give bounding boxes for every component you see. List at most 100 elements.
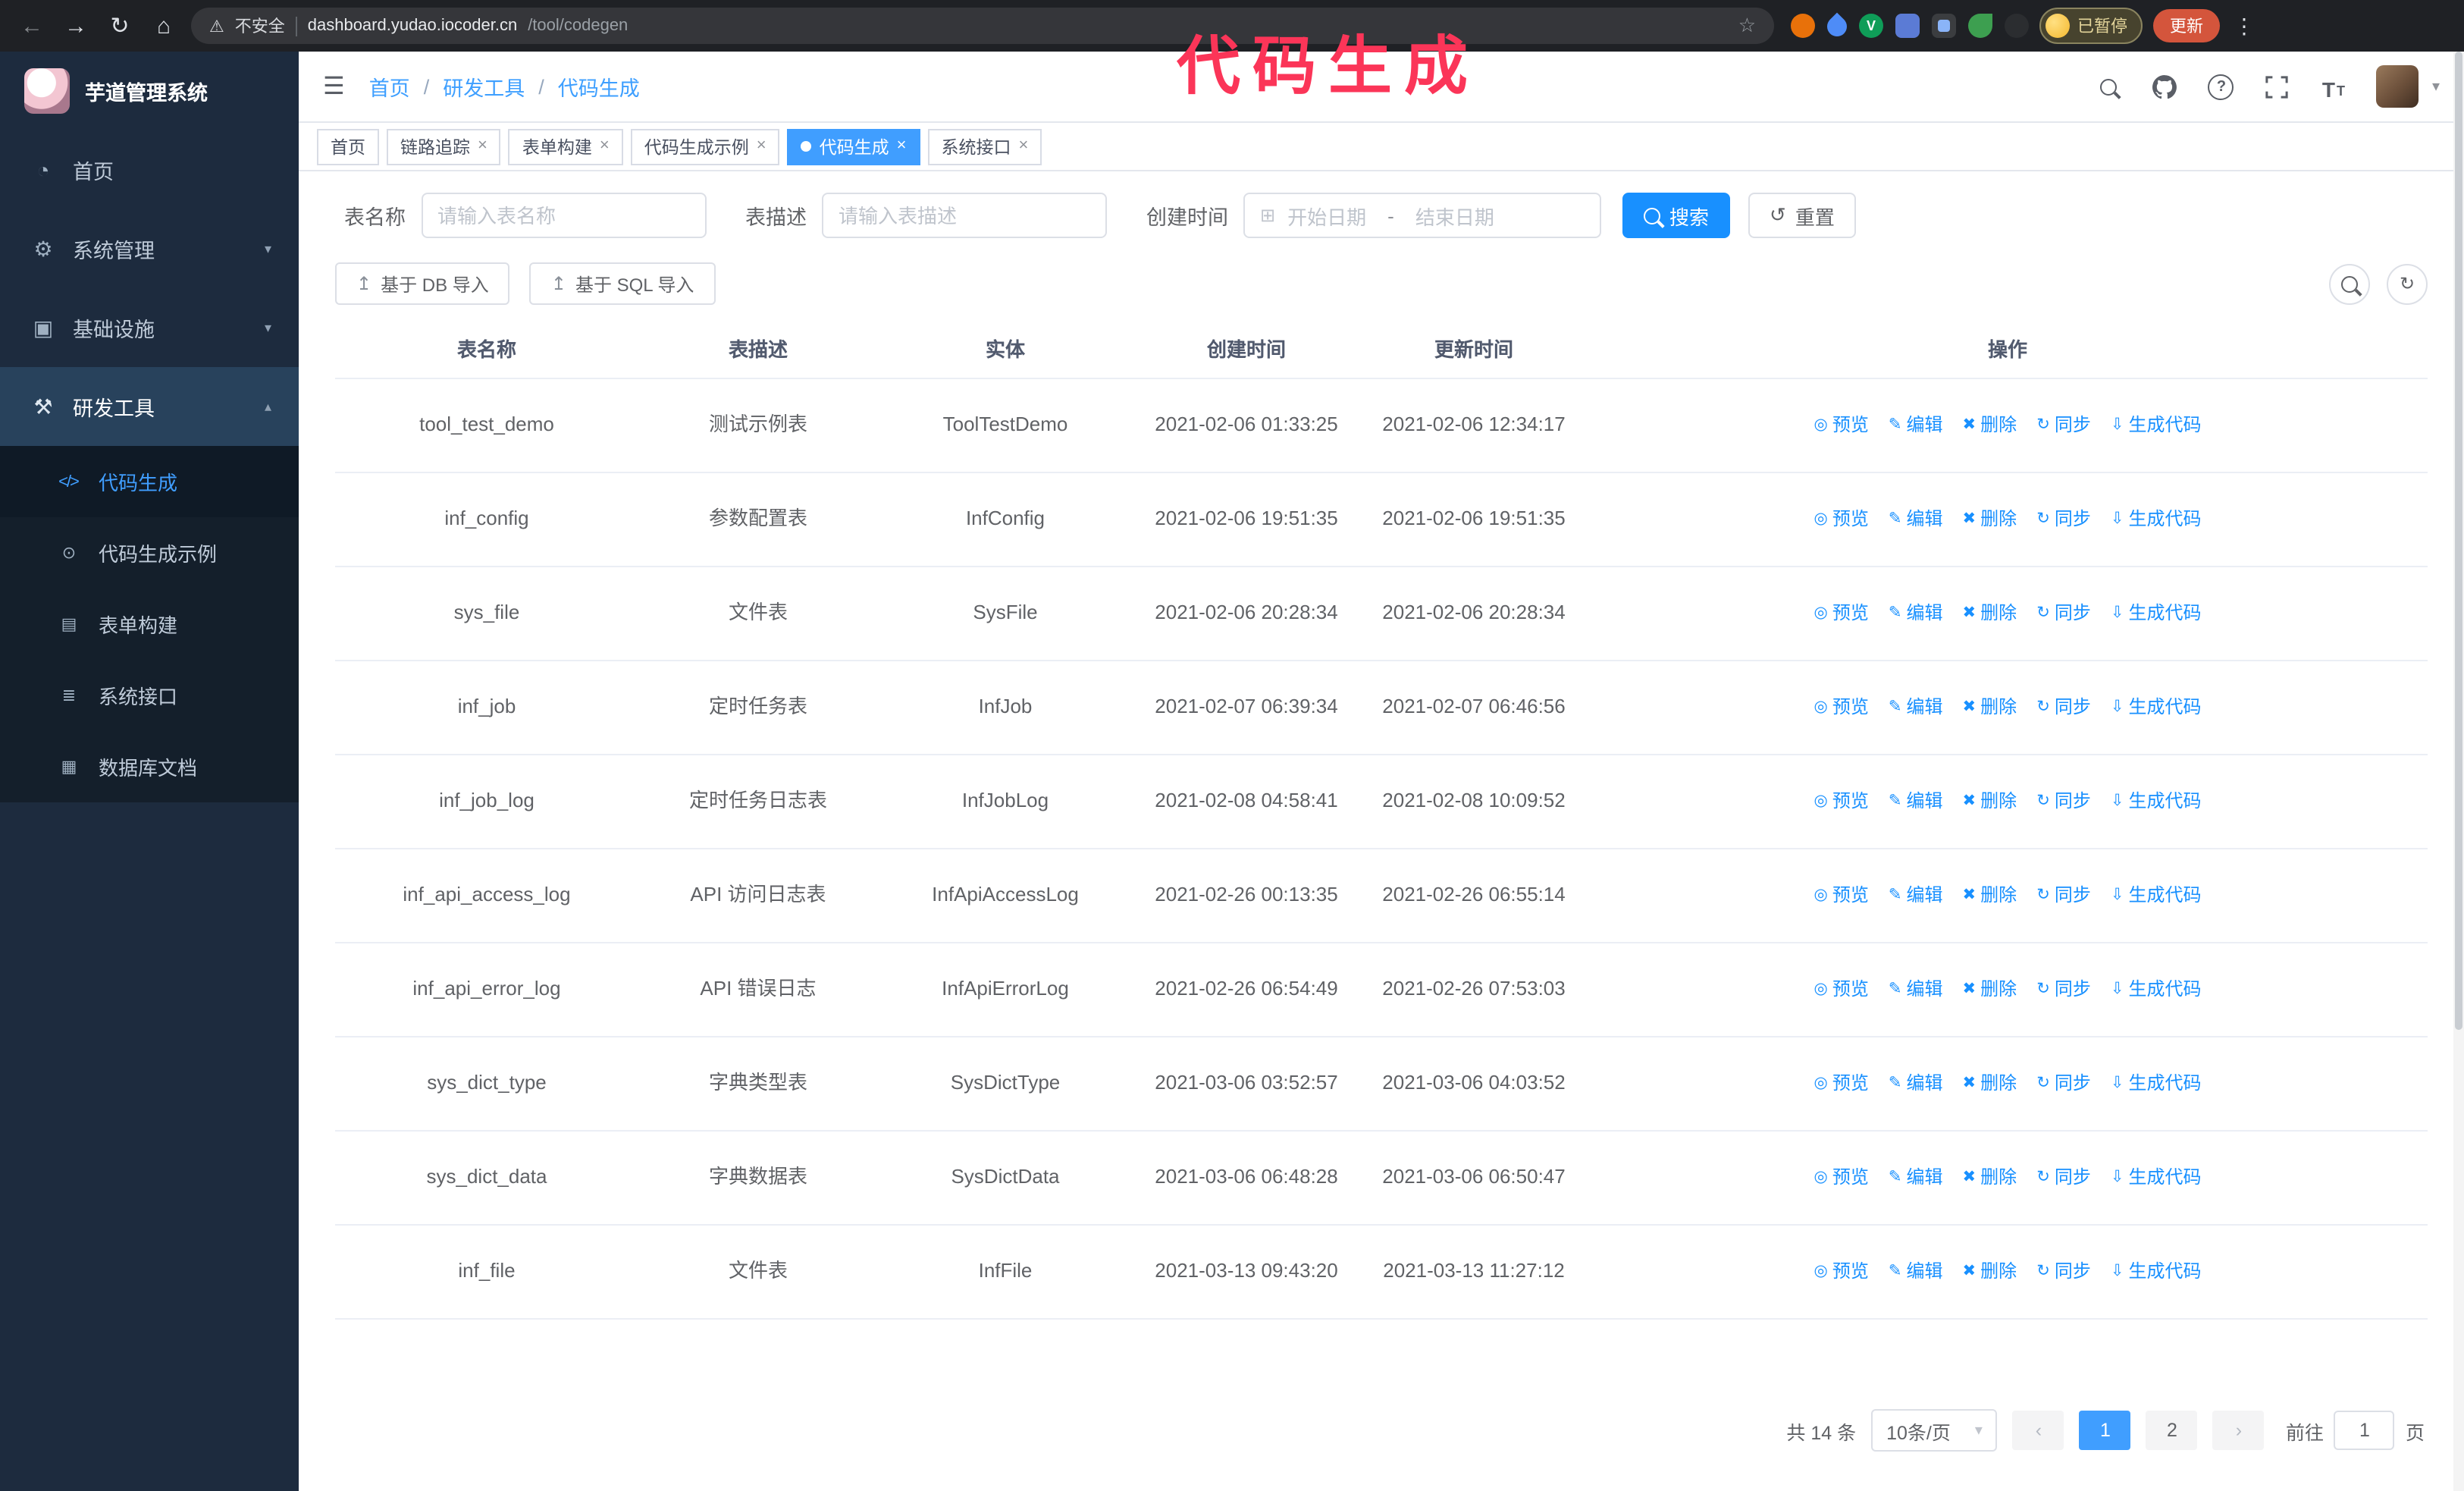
breadcrumb-dev-tools[interactable]: 研发工具 — [443, 71, 525, 102]
browser-update-button[interactable]: 更新 — [2153, 9, 2220, 42]
extension-icon-leaf[interactable] — [1968, 14, 1992, 38]
generate-code-link[interactable]: ⇩ 生成代码 — [2111, 881, 2202, 910]
edit-link[interactable]: ✎ 编辑 — [1889, 505, 1943, 534]
sidebar-item-db-doc[interactable]: ▦ 数据库文档 — [0, 731, 299, 802]
back-icon[interactable]: ← — [15, 9, 49, 42]
tab-close-icon[interactable]: × — [600, 137, 610, 155]
generate-code-link[interactable]: ⇩ 生成代码 — [2111, 975, 2202, 1004]
import-sql-button[interactable]: ↥ 基于 SQL 导入 — [529, 262, 716, 305]
preview-link[interactable]: ◎ 预览 — [1814, 693, 1869, 722]
goto-page-input[interactable] — [2334, 1411, 2395, 1450]
sync-link[interactable]: ↻ 同步 — [2036, 1163, 2091, 1192]
collapse-menu-icon[interactable]: ☰ — [323, 71, 345, 102]
user-avatar[interactable] — [2375, 65, 2419, 108]
sidebar-item-system-management[interactable]: ⚙ 系统管理 ▾ — [0, 209, 299, 288]
preview-link[interactable]: ◎ 预览 — [1814, 599, 1869, 628]
forward-icon[interactable]: → — [59, 9, 92, 42]
generate-code-link[interactable]: ⇩ 生成代码 — [2111, 505, 2202, 534]
date-range-picker[interactable]: ⊞ 开始日期 - 结束日期 — [1243, 193, 1601, 238]
extension-icon-droplet[interactable] — [1823, 11, 1851, 40]
delete-link[interactable]: ✖ 删除 — [1963, 1163, 2017, 1192]
page-size-select[interactable]: 10条/页 ▾ — [1871, 1409, 1998, 1452]
breadcrumb-home[interactable]: 首页 — [369, 71, 410, 102]
table-desc-input[interactable] — [822, 193, 1107, 238]
sidebar-item-system-api[interactable]: ≣ 系统接口 — [0, 660, 299, 731]
extension-icon-orange[interactable] — [1791, 14, 1815, 38]
preview-link[interactable]: ◎ 预览 — [1814, 1163, 1869, 1192]
extension-icon-green-v[interactable]: V — [1859, 14, 1883, 38]
generate-code-link[interactable]: ⇩ 生成代码 — [2111, 787, 2202, 816]
tab-codegen-example[interactable]: 代码生成示例 × — [630, 128, 780, 165]
scrollbar-thumb[interactable] — [2455, 52, 2462, 1031]
sync-link[interactable]: ↻ 同步 — [2036, 1257, 2091, 1286]
delete-link[interactable]: ✖ 删除 — [1963, 411, 2017, 440]
browser-menu-icon[interactable]: ⋮ — [2230, 13, 2258, 39]
preview-link[interactable]: ◎ 预览 — [1814, 975, 1869, 1004]
sidebar-item-codegen[interactable]: </> 代码生成 — [0, 446, 299, 517]
page-button-1[interactable]: 1 — [2079, 1411, 2131, 1450]
profile-paused-badge[interactable]: 已暂停 — [2039, 8, 2143, 44]
sidebar-item-infrastructure[interactable]: ▣ 基础设施 ▾ — [0, 288, 299, 367]
delete-link[interactable]: ✖ 删除 — [1963, 505, 2017, 534]
sync-link[interactable]: ↻ 同步 — [2036, 505, 2091, 534]
delete-link[interactable]: ✖ 删除 — [1963, 693, 2017, 722]
sync-link[interactable]: ↻ 同步 — [2036, 975, 2091, 1004]
delete-link[interactable]: ✖ 删除 — [1963, 1257, 2017, 1286]
edit-link[interactable]: ✎ 编辑 — [1889, 411, 1943, 440]
delete-link[interactable]: ✖ 删除 — [1963, 599, 2017, 628]
tab-codegen[interactable]: 代码生成 × — [787, 128, 920, 165]
preview-link[interactable]: ◎ 预览 — [1814, 1257, 1869, 1286]
reload-icon[interactable]: ↻ — [103, 9, 136, 42]
generate-code-link[interactable]: ⇩ 生成代码 — [2111, 1257, 2202, 1286]
sync-link[interactable]: ↻ 同步 — [2036, 599, 2091, 628]
edit-link[interactable]: ✎ 编辑 — [1889, 599, 1943, 628]
search-icon[interactable] — [2096, 73, 2123, 100]
preview-link[interactable]: ◎ 预览 — [1814, 1069, 1869, 1098]
fullscreen-icon[interactable] — [2264, 73, 2291, 100]
extension-icon-people[interactable] — [1895, 14, 1920, 38]
tab-home[interactable]: 首页 — [317, 128, 379, 165]
tab-close-icon[interactable]: × — [757, 137, 766, 155]
font-size-icon[interactable]: TT — [2320, 73, 2347, 100]
reset-button[interactable]: ↺ 重置 — [1748, 193, 1856, 238]
sync-link[interactable]: ↻ 同步 — [2036, 693, 2091, 722]
preview-link[interactable]: ◎ 预览 — [1814, 505, 1869, 534]
delete-link[interactable]: ✖ 删除 — [1963, 1069, 2017, 1098]
address-bar[interactable]: ⚠ 不安全 dashboard.yudao.iocoder.cn /tool/c… — [191, 8, 1774, 44]
home-icon[interactable]: ⌂ — [147, 9, 180, 42]
extensions-puzzle-icon[interactable] — [2005, 14, 2029, 38]
generate-code-link[interactable]: ⇩ 生成代码 — [2111, 693, 2202, 722]
sync-link[interactable]: ↻ 同步 — [2036, 1069, 2091, 1098]
import-db-button[interactable]: ↥ 基于 DB 导入 — [335, 262, 510, 305]
github-icon[interactable] — [2152, 73, 2179, 100]
delete-link[interactable]: ✖ 删除 — [1963, 881, 2017, 910]
prev-page-button[interactable]: ‹ — [2012, 1411, 2064, 1450]
generate-code-link[interactable]: ⇩ 生成代码 — [2111, 1163, 2202, 1192]
table-name-input[interactable] — [421, 193, 706, 238]
sync-link[interactable]: ↻ 同步 — [2036, 881, 2091, 910]
edit-link[interactable]: ✎ 编辑 — [1889, 975, 1943, 1004]
generate-code-link[interactable]: ⇩ 生成代码 — [2111, 1069, 2202, 1098]
next-page-button[interactable]: › — [2212, 1411, 2265, 1450]
delete-link[interactable]: ✖ 删除 — [1963, 787, 2017, 816]
sidebar-item-form-builder[interactable]: ▤ 表单构建 — [0, 589, 299, 660]
security-warning-label[interactable]: 不安全 — [235, 14, 285, 38]
search-button[interactable]: 搜索 — [1622, 193, 1731, 238]
edit-link[interactable]: ✎ 编辑 — [1889, 881, 1943, 910]
tab-tracing[interactable]: 链路追踪 × — [387, 128, 501, 165]
preview-link[interactable]: ◎ 预览 — [1814, 881, 1869, 910]
edit-link[interactable]: ✎ 编辑 — [1889, 787, 1943, 816]
refresh-button[interactable]: ↻ — [2387, 263, 2428, 304]
delete-link[interactable]: ✖ 删除 — [1963, 975, 2017, 1004]
toggle-search-button[interactable] — [2329, 263, 2370, 304]
page-button-2[interactable]: 2 — [2146, 1411, 2198, 1450]
edit-link[interactable]: ✎ 编辑 — [1889, 1163, 1943, 1192]
sidebar-item-home[interactable]: ◔ 首页 — [0, 130, 299, 209]
sync-link[interactable]: ↻ 同步 — [2036, 411, 2091, 440]
tab-close-icon[interactable]: × — [1019, 137, 1029, 155]
bookmark-star-icon[interactable]: ☆ — [1738, 14, 1756, 38]
edit-link[interactable]: ✎ 编辑 — [1889, 693, 1943, 722]
tab-form-builder[interactable]: 表单构建 × — [508, 128, 623, 165]
sidebar-item-codegen-example[interactable]: ⊙ 代码生成示例 — [0, 517, 299, 589]
url-domain[interactable]: dashboard.yudao.iocoder.cn — [308, 17, 517, 35]
